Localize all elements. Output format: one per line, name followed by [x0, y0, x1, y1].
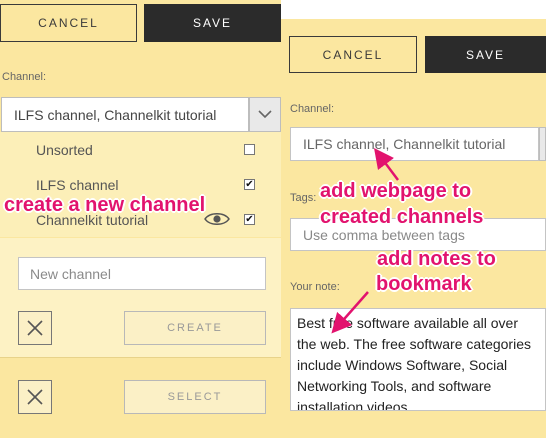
annotation-add-notes-2: bookmark: [376, 273, 472, 295]
annotation-add-webpage-2: created channels: [320, 206, 484, 228]
annotation-add-notes-1: add notes to: [377, 248, 496, 270]
annotation-create-channel: create a new channel: [4, 194, 206, 216]
arrow-to-channel-field: [374, 148, 399, 181]
annotation-add-webpage-1: add webpage to: [320, 180, 472, 202]
arrow-to-note: [331, 291, 369, 334]
